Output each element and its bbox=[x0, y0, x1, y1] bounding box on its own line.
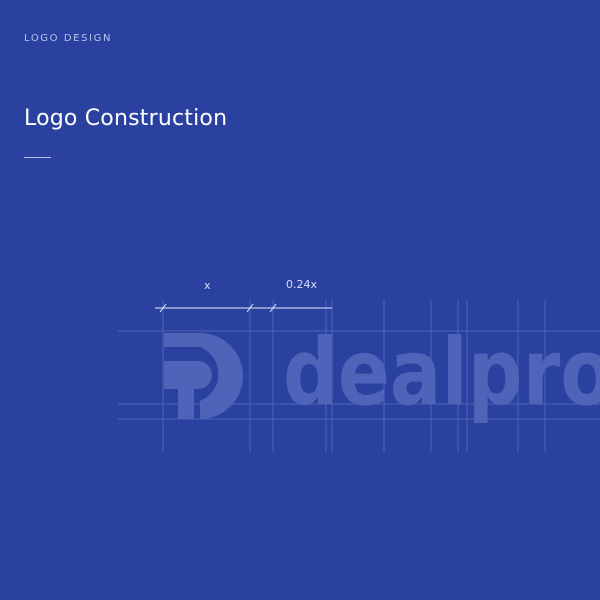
logo: dealpro bbox=[164, 319, 600, 426]
logo-mark-icon bbox=[164, 333, 243, 419]
dimension-ratio-label: 0.24x bbox=[286, 278, 318, 291]
dimension-line bbox=[155, 303, 332, 313]
logo-construction-diagram: dealpro bbox=[118, 300, 600, 452]
dimension-x-label: x bbox=[204, 279, 211, 292]
logo-wordmark: dealpro bbox=[283, 319, 600, 426]
